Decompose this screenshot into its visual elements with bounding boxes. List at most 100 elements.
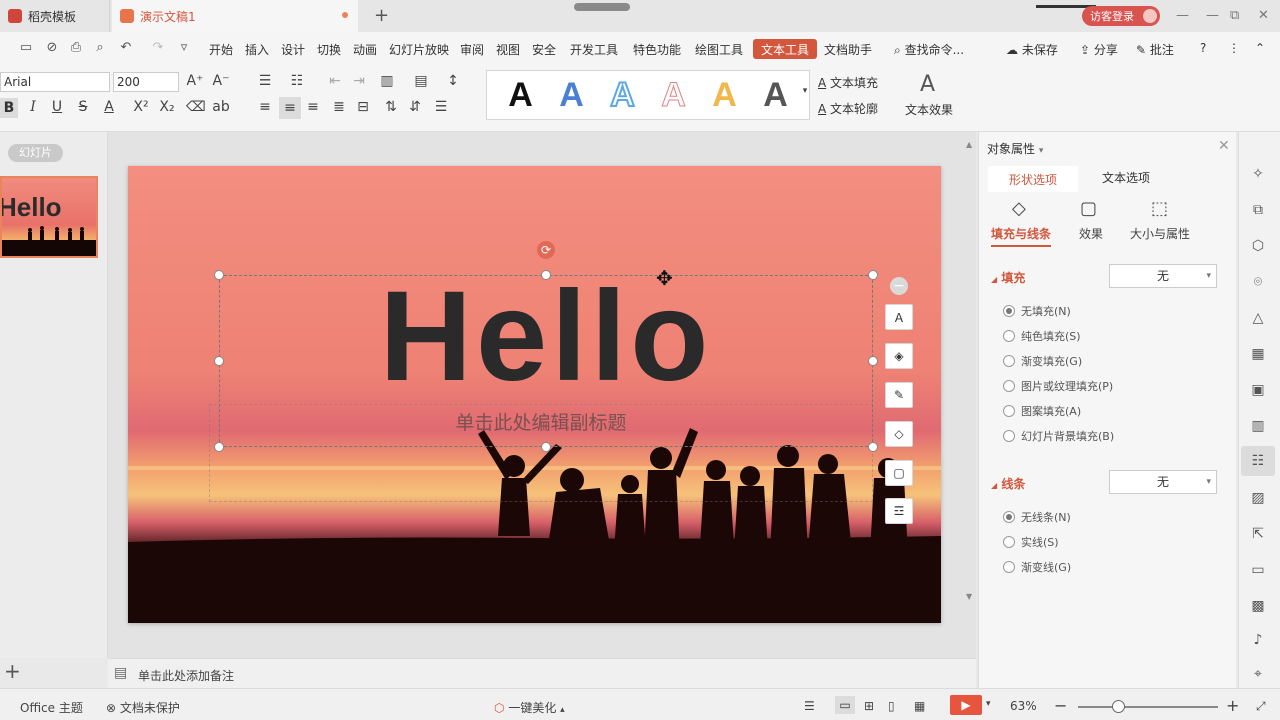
slide-thumbnail[interactable]: Hello xyxy=(0,176,98,258)
style-black-icon[interactable]: A xyxy=(508,76,533,115)
text-fill-button[interactable]: A 文本填充 xyxy=(818,74,878,91)
line-option-none[interactable]: 无线条(N) xyxy=(1003,509,1071,525)
play-options-icon[interactable]: ▾ xyxy=(986,699,991,709)
help-icon[interactable]: ? xyxy=(1200,41,1206,55)
align-right-icon[interactable]: ≡ xyxy=(304,99,322,115)
new-tab-button[interactable]: + xyxy=(374,5,389,26)
fill-tool-icon[interactable]: ◇ xyxy=(885,421,913,447)
line-option-gradient[interactable]: 渐变线(G) xyxy=(1003,559,1071,575)
menu-developer[interactable]: 开发工具 xyxy=(570,41,618,58)
para-spacing-icon[interactable]: ⇅ xyxy=(382,99,400,115)
drag-handle[interactable] xyxy=(574,3,630,11)
tab-docer-templates[interactable]: 稻壳模板 xyxy=(0,0,110,32)
slides-tag[interactable]: 幻灯片 xyxy=(8,144,63,162)
italic-button[interactable]: I xyxy=(24,99,42,115)
export-icon[interactable]: ⇱ xyxy=(1248,524,1268,544)
zoom-out-icon[interactable]: − xyxy=(1054,696,1067,715)
shapes-icon[interactable]: ⧉ xyxy=(1248,200,1268,220)
line-spacing2-icon[interactable]: ☰ xyxy=(432,99,450,115)
resize-handle-ml[interactable] xyxy=(214,356,224,366)
fill-option-picture[interactable]: 图片或纹理填充(P) xyxy=(1003,378,1113,394)
fill-dropdown[interactable]: 无 xyxy=(1109,264,1217,288)
protect-status[interactable]: ⊗ 文档未保护 xyxy=(106,699,180,716)
print-icon[interactable]: ⎙ xyxy=(68,40,84,56)
annotate-button[interactable]: ✎ 批注 xyxy=(1136,41,1174,58)
login-button[interactable]: 访客登录 xyxy=(1082,6,1160,26)
style-lightblue-outline-icon[interactable]: A xyxy=(609,75,636,115)
reading-view-icon[interactable]: ▯ xyxy=(888,699,895,713)
style-gray-icon[interactable]: A xyxy=(763,76,788,115)
resize-handle-tc[interactable] xyxy=(541,270,551,280)
notes-placeholder[interactable]: 单击此处添加备注 xyxy=(138,667,234,684)
redo-icon[interactable]: ↷ xyxy=(150,40,166,56)
subtab-fill-line[interactable]: 填充与线条 xyxy=(991,225,1052,247)
theme-label[interactable]: Office 主题 xyxy=(20,699,83,716)
text-effect-button[interactable]: 文本效果 xyxy=(905,101,953,118)
zoom-in-icon[interactable]: + xyxy=(1226,696,1239,715)
fill-line-icon[interactable]: ◇ xyxy=(1012,198,1026,219)
resize-handle-bl[interactable] xyxy=(214,442,224,452)
numbering-icon[interactable]: ☷ xyxy=(288,73,306,89)
pin-icon[interactable]: ✧ xyxy=(1248,164,1268,184)
justify-icon[interactable]: ≣ xyxy=(330,99,348,115)
subtab-effect[interactable]: 效果 xyxy=(1079,225,1103,242)
maximize-icon[interactable]: ⧉ xyxy=(1230,8,1239,23)
line-option-solid[interactable]: 实线(S) xyxy=(1003,534,1059,550)
text-outline-button[interactable]: A 文本轮廓 xyxy=(818,100,878,117)
zoom-slider[interactable] xyxy=(1078,706,1218,708)
close-icon[interactable]: ✕ xyxy=(1258,8,1269,23)
layers-icon[interactable]: ⬡ xyxy=(1248,236,1268,256)
apps-icon[interactable]: ▣ xyxy=(1248,380,1268,400)
tab-shape-options[interactable]: 形状选项 xyxy=(988,164,1078,192)
menu-security[interactable]: 安全 xyxy=(532,41,556,58)
table-icon[interactable]: ▦ xyxy=(1248,344,1268,364)
notes-toggle-icon[interactable]: ☰ xyxy=(804,699,815,713)
strikethrough-button[interactable]: S xyxy=(74,99,92,115)
image-library-icon[interactable]: ▨ xyxy=(1248,488,1268,508)
zoom-level[interactable]: 63% xyxy=(1010,699,1037,713)
menu-view[interactable]: 视图 xyxy=(496,41,520,58)
tab-text-options[interactable]: 文本选项 xyxy=(1086,164,1166,192)
resize-handle-br[interactable] xyxy=(868,442,878,452)
para-spacing2-icon[interactable]: ⇵ xyxy=(406,99,424,115)
line-spacing-icon[interactable]: ↕ xyxy=(444,73,462,89)
panel-header[interactable]: 对象属性 ▾ xyxy=(987,140,1043,157)
customize-icon[interactable]: ▿ xyxy=(176,40,192,56)
menu-slideshow[interactable]: 幻灯片放映 xyxy=(389,41,449,58)
scroll-up-icon[interactable]: ▲ xyxy=(966,140,972,149)
fill-option-none[interactable]: 无填充(N) xyxy=(1003,303,1071,319)
zoom-slider-thumb[interactable] xyxy=(1112,700,1125,713)
line-section-title[interactable]: ◢ 线条 xyxy=(991,475,1025,492)
menu-features[interactable]: 特色功能 xyxy=(633,41,681,58)
menu-text-tools[interactable]: 文本工具 xyxy=(753,39,817,59)
minimize-icon[interactable]: — xyxy=(1176,8,1189,23)
picture-icon[interactable]: ▩ xyxy=(1248,596,1268,616)
bullets-icon[interactable]: ☰ xyxy=(256,73,274,89)
share-button[interactable]: ⇪ 分享 xyxy=(1080,41,1118,58)
shrink-font-icon[interactable]: A⁻ xyxy=(212,73,230,89)
resize-handle-tr[interactable] xyxy=(868,270,878,280)
char-spacing-icon[interactable]: ab xyxy=(212,99,230,115)
increase-indent-icon[interactable]: ⇥ xyxy=(350,73,368,89)
chart-icon[interactable]: ▥ xyxy=(1248,416,1268,436)
clear-format-icon[interactable]: ⌫ xyxy=(186,99,206,115)
layer-tool-icon[interactable]: ◈ xyxy=(885,343,913,369)
fill-section-title[interactable]: ◢ 填充 xyxy=(991,269,1025,286)
menu-home[interactable]: 开始 xyxy=(209,41,233,58)
normal-view-icon[interactable]: ▭ xyxy=(835,696,855,714)
collapse-ribbon-icon[interactable]: ⌃ xyxy=(1255,41,1265,55)
align-left-icon[interactable]: ≡ xyxy=(256,99,274,115)
fill-option-slide-bg[interactable]: 幻灯片背景填充(B) xyxy=(1003,428,1114,444)
decrease-indent-icon[interactable]: ⇤ xyxy=(326,73,344,89)
outline-tool-icon[interactable]: ▢ xyxy=(885,460,913,486)
location-icon[interactable]: ⌾ xyxy=(1248,272,1268,292)
distribute-icon[interactable]: ⊟ xyxy=(354,99,372,115)
unsaved-button[interactable]: ☁ 未保存 xyxy=(1006,41,1058,58)
menu-doc-assistant[interactable]: 文档助手 xyxy=(824,41,872,58)
restore-icon[interactable]: — xyxy=(1206,8,1219,23)
columns-icon[interactable]: ▥ xyxy=(378,73,396,89)
grow-font-icon[interactable]: A⁺ xyxy=(186,73,204,89)
notes-bar[interactable]: ▤ 单击此处添加备注 xyxy=(108,658,976,688)
pen-tool-icon[interactable]: ✎ xyxy=(885,382,913,408)
scroll-down-icon[interactable]: ▼ xyxy=(966,592,972,601)
